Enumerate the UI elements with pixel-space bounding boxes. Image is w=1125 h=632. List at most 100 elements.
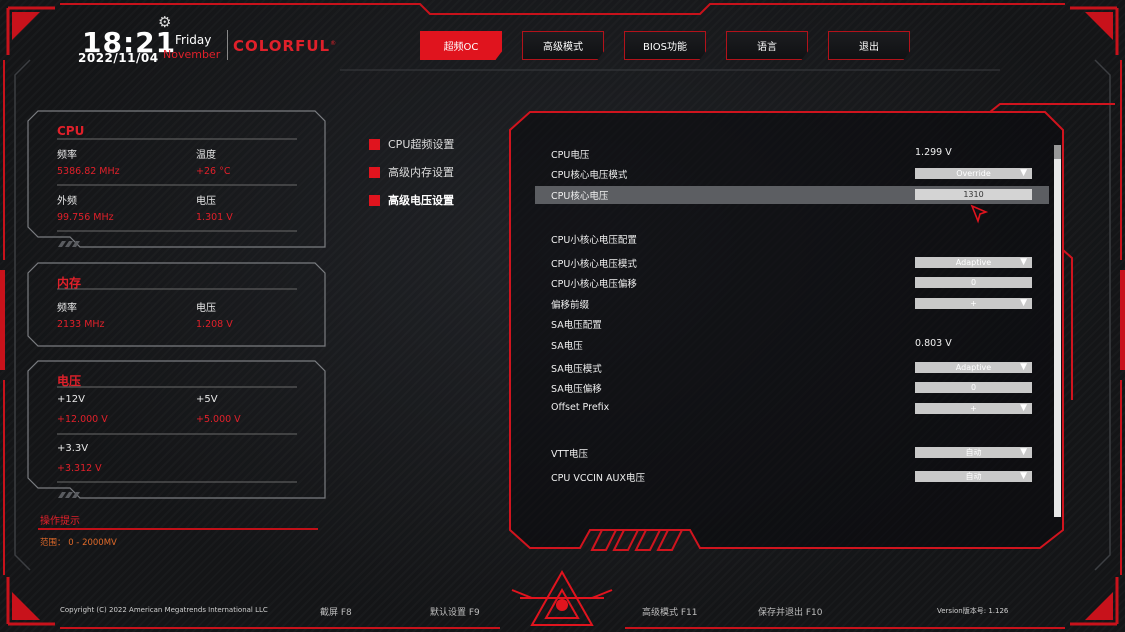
- cpu-panel-title: CPU: [57, 124, 85, 138]
- v33-label: +3.3V: [57, 443, 89, 454]
- setting-label: SA电压: [551, 341, 583, 352]
- menu-item-label: 高级电压设置: [388, 194, 454, 207]
- vccin-aux-voltage-dropdown[interactable]: 自动 ▼: [915, 471, 1032, 482]
- setting-label: Offset Prefix: [551, 402, 610, 413]
- setting-row-offset-prefix[interactable]: Offset Prefix + ▼: [510, 400, 1055, 418]
- memory-volt-label: 电压: [196, 303, 216, 314]
- offset-prefix-dropdown[interactable]: + ▼: [915, 298, 1032, 309]
- bullet-square-icon: [369, 166, 380, 178]
- dropdown-caret-icon: ▼: [1020, 362, 1027, 372]
- footer-save-exit-hotkey[interactable]: 保存并退出 F10: [758, 605, 823, 618]
- setting-row-vccin-aux-voltage[interactable]: CPU VCCIN AUX电压 自动 ▼: [510, 468, 1055, 486]
- mouse-cursor-icon: [970, 204, 988, 224]
- setting-label: CPU核心电压模式: [551, 170, 628, 181]
- cpu-freq-value: 5386.82 MHz: [57, 166, 120, 177]
- setting-label: VTT电压: [551, 449, 588, 460]
- e-core-voltage-offset-input[interactable]: 0: [915, 277, 1032, 288]
- clock-date: 2022/11/04: [78, 51, 159, 65]
- setting-row-sa-voltage-mode[interactable]: SA电压模式 Adaptive ▼: [510, 359, 1055, 377]
- setting-row-vtt-voltage[interactable]: VTT电压 自动 ▼: [510, 444, 1055, 462]
- settings-scrollbar[interactable]: [1054, 145, 1061, 517]
- cpu-freq-label: 频率: [57, 150, 77, 161]
- v12-label: +12V: [57, 394, 85, 405]
- footer-screenshot-hotkey[interactable]: 截屏 F8: [320, 605, 352, 618]
- cpu-core-voltage-input[interactable]: 1310: [915, 189, 1032, 200]
- clock-weekday: Friday: [175, 33, 212, 47]
- cpu-bclk-label: 外频: [57, 196, 77, 207]
- memory-panel-title: 内存: [57, 276, 82, 290]
- setting-label: CPU电压: [551, 150, 590, 161]
- tab-advanced-mode[interactable]: 高级模式: [522, 31, 604, 60]
- gear-icon[interactable]: ⚙: [158, 13, 171, 31]
- dropdown-caret-icon: ▼: [1020, 471, 1027, 481]
- footer-advanced-hotkey[interactable]: 高级模式 F11: [642, 605, 698, 618]
- brand-logo: COLORFUL®: [233, 37, 338, 55]
- memory-freq-value: 2133 MHz: [57, 319, 105, 330]
- setting-readout: 1.299 V: [915, 147, 952, 158]
- tab-exit[interactable]: 退出: [828, 31, 910, 60]
- setting-section-header: SA电压配置: [551, 320, 602, 331]
- dropdown-caret-icon: ▼: [1020, 403, 1027, 413]
- setting-row-offset-prefix-cn[interactable]: 偏移前缀 + ▼: [510, 295, 1055, 313]
- bullet-square-icon: [369, 138, 380, 150]
- tab-language[interactable]: 语言: [726, 31, 808, 60]
- copyright-text: Copyright (C) 2022 American Megatrends I…: [60, 606, 268, 614]
- setting-row-cpu-voltage: CPU电压 1.299 V: [510, 145, 1055, 163]
- setting-row-cpu-core-voltage[interactable]: CPU核心电压 1310: [535, 186, 1049, 204]
- menu-item-cpu-oc[interactable]: CPU超频设置: [369, 136, 454, 152]
- setting-label: CPU小核心电压模式: [551, 259, 637, 270]
- sa-offset-prefix-dropdown[interactable]: + ▼: [915, 403, 1032, 414]
- hint-divider: [38, 528, 318, 530]
- v5-label: +5V: [196, 394, 218, 405]
- setting-row-sa-voltage-config: SA电压配置: [510, 315, 1055, 333]
- setting-label: SA电压模式: [551, 364, 602, 375]
- clock-month: November: [163, 48, 221, 61]
- voltage-panel-title: 电压: [57, 374, 82, 388]
- cpu-core-voltage-mode-dropdown[interactable]: Override ▼: [915, 168, 1032, 179]
- setting-label: SA电压偏移: [551, 384, 602, 395]
- bullet-square-icon: [369, 194, 380, 206]
- menu-item-label: CPU超频设置: [388, 138, 455, 151]
- dropdown-caret-icon: ▼: [1020, 298, 1027, 308]
- tab-overclock[interactable]: 超频OC: [420, 31, 502, 60]
- version-text: Version版本号: 1.126: [937, 607, 1009, 615]
- menu-item-voltage[interactable]: 高级电压设置: [369, 192, 454, 208]
- sa-voltage-offset-input[interactable]: 0: [915, 382, 1032, 393]
- menu-item-memory[interactable]: 高级内存设置: [369, 164, 454, 180]
- menu-item-label: 高级内存设置: [388, 166, 454, 179]
- setting-label: CPU核心电压: [551, 191, 609, 202]
- setting-row-e-core-voltage-config: CPU小核心电压配置: [510, 230, 1055, 248]
- cpu-volt-label: 电压: [196, 196, 216, 207]
- memory-freq-label: 频率: [57, 303, 77, 314]
- cpu-volt-value: 1.301 V: [196, 212, 233, 223]
- setting-row-e-core-voltage-offset[interactable]: CPU小核心电压偏移 0: [510, 274, 1055, 292]
- memory-volt-value: 1.208 V: [196, 319, 233, 330]
- v5-value: +5.000 V: [196, 414, 241, 425]
- dropdown-caret-icon: ▼: [1020, 168, 1027, 178]
- cpu-temp-label: 温度: [196, 150, 216, 161]
- hint-title: 操作提示: [40, 516, 80, 527]
- hint-range: 范围： 0 - 2000MV: [40, 538, 117, 548]
- setting-row-sa-voltage: SA电压 0.803 V: [510, 336, 1055, 354]
- scrollbar-thumb[interactable]: [1054, 145, 1061, 159]
- setting-row-cpu-core-voltage-mode[interactable]: CPU核心电压模式 Override ▼: [510, 165, 1055, 183]
- tab-bios-features[interactable]: BIOS功能: [624, 31, 706, 60]
- e-core-voltage-mode-dropdown[interactable]: Adaptive ▼: [915, 257, 1032, 268]
- setting-row-e-core-voltage-mode[interactable]: CPU小核心电压模式 Adaptive ▼: [510, 254, 1055, 272]
- vtt-voltage-dropdown[interactable]: 自动 ▼: [915, 447, 1032, 458]
- setting-row-sa-voltage-offset[interactable]: SA电压偏移 0: [510, 379, 1055, 397]
- setting-readout: 0.803 V: [915, 338, 952, 349]
- brand-divider: [227, 30, 228, 60]
- footer-defaults-hotkey[interactable]: 默认设置 F9: [430, 605, 480, 618]
- v33-value: +3.312 V: [57, 463, 102, 474]
- voltage-settings-list: CPU电压 1.299 V CPU核心电压模式 Override ▼ CPU核心电…: [510, 140, 1055, 520]
- dropdown-caret-icon: ▼: [1020, 257, 1027, 267]
- sa-voltage-mode-dropdown[interactable]: Adaptive ▼: [915, 362, 1032, 373]
- setting-label: CPU小核心电压偏移: [551, 279, 637, 290]
- setting-label: CPU VCCIN AUX电压: [551, 473, 645, 484]
- v12-value: +12.000 V: [57, 414, 108, 425]
- cpu-temp-value: +26 °C: [196, 166, 231, 177]
- setting-label: 偏移前缀: [551, 300, 590, 311]
- dropdown-caret-icon: ▼: [1020, 447, 1027, 457]
- cpu-bclk-value: 99.756 MHz: [57, 212, 114, 223]
